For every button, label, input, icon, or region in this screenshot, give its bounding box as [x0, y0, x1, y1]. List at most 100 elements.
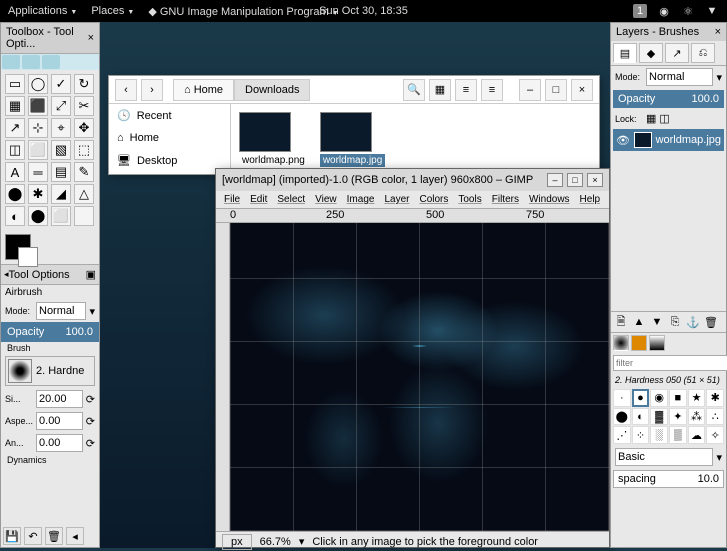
brush-cell[interactable]: ▒: [669, 426, 687, 444]
forward-button[interactable]: ›: [141, 79, 163, 101]
lower-layer-icon[interactable]: ▼: [649, 314, 665, 330]
menu-item[interactable]: Filters: [492, 194, 519, 205]
brush-selector[interactable]: 2. Hardne: [5, 356, 95, 386]
lock-pixels-icon[interactable]: ▦: [646, 112, 656, 125]
angle-field[interactable]: 0.00: [36, 434, 83, 452]
tool-button[interactable]: ◯: [28, 74, 48, 94]
tool-button[interactable]: ✥: [74, 118, 94, 138]
mode-select[interactable]: Normal: [36, 302, 86, 320]
tool-button[interactable]: ⬤: [28, 206, 48, 226]
menu-item[interactable]: File: [224, 194, 240, 205]
brush-cell[interactable]: ✦: [669, 408, 687, 426]
menu-button[interactable]: ≡: [481, 79, 503, 101]
brush-filter-input[interactable]: [613, 355, 727, 371]
save-icon[interactable]: 💾: [3, 527, 21, 545]
raise-layer-icon[interactable]: ▲: [631, 314, 647, 330]
clock[interactable]: Sun Oct 30, 18:35: [319, 5, 408, 17]
patterns-tab[interactable]: [631, 335, 647, 351]
tool-button[interactable]: [74, 206, 94, 226]
color-swatches[interactable]: [1, 230, 99, 264]
brush-cell[interactable]: ◉: [650, 389, 668, 407]
menu-item[interactable]: Colors: [419, 194, 448, 205]
tool-button[interactable]: ⬜: [28, 140, 48, 160]
network-icon[interactable]: ⚛: [681, 4, 695, 18]
visibility-icon[interactable]: 👁: [616, 134, 630, 147]
lock-alpha-icon[interactable]: ◫: [659, 112, 669, 125]
tool-button[interactable]: ◐: [5, 206, 25, 226]
system-icon[interactable]: ▼: [705, 4, 719, 18]
tool-button[interactable]: ◫: [5, 140, 25, 160]
menu-item[interactable]: View: [315, 194, 337, 205]
gradients-tab[interactable]: [649, 335, 665, 351]
search-button[interactable]: 🔍: [403, 79, 425, 101]
tool-button[interactable]: ⤢: [51, 96, 71, 116]
menu-item[interactable]: Edit: [250, 194, 267, 205]
brush-cell[interactable]: ◐: [632, 408, 650, 426]
delete-icon[interactable]: 🗑: [45, 527, 63, 545]
menu-item[interactable]: Layer: [384, 194, 409, 205]
close-button[interactable]: ×: [587, 173, 603, 187]
canvas[interactable]: [230, 223, 609, 531]
tool-button[interactable]: ▤: [51, 162, 71, 182]
file-item[interactable]: worldmap.png: [239, 112, 308, 167]
brush-cell[interactable]: ✱: [706, 389, 724, 407]
applications-menu[interactable]: Applications ▼: [8, 5, 77, 17]
aspect-field[interactable]: 0.00: [36, 412, 83, 430]
tool-button[interactable]: ⬚: [74, 140, 94, 160]
revert-icon[interactable]: ↶: [24, 527, 42, 545]
place-item[interactable]: 🗎Documents: [109, 172, 230, 174]
close-icon[interactable]: ×: [88, 32, 94, 44]
tool-button[interactable]: ✂: [74, 96, 94, 116]
maximize-button[interactable]: □: [545, 79, 567, 101]
new-layer-icon[interactable]: 🗎: [613, 314, 629, 330]
place-item[interactable]: 🖥Desktop: [109, 149, 230, 172]
brush-cell[interactable]: ■: [669, 389, 687, 407]
brush-cell[interactable]: ·: [613, 389, 631, 407]
menu-item[interactable]: Image: [347, 194, 375, 205]
spacing-slider[interactable]: spacing 10.0: [613, 470, 724, 488]
brush-cell[interactable]: ⁘: [632, 426, 650, 444]
tool-button[interactable]: ↗: [5, 118, 25, 138]
tool-button[interactable]: ⬛: [28, 96, 48, 116]
brush-cell[interactable]: ⬤: [613, 408, 631, 426]
app-menu[interactable]: ◆ GNU Image Manipulation Program ▼: [148, 5, 338, 18]
tool-button[interactable]: ◢: [51, 184, 71, 204]
brush-cell[interactable]: ✧: [706, 426, 724, 444]
tool-button[interactable]: ⌖: [51, 118, 71, 138]
opacity-slider[interactable]: Opacity 100.0: [1, 322, 99, 342]
close-icon[interactable]: ×: [715, 26, 721, 38]
anchor-layer-icon[interactable]: ⚓: [685, 314, 701, 330]
menu-item[interactable]: Help: [580, 194, 601, 205]
menu-item[interactable]: Tools: [458, 194, 481, 205]
places-menu[interactable]: Places ▼: [91, 5, 134, 17]
tool-button[interactable]: ✎: [74, 162, 94, 182]
brush-cell[interactable]: ●: [632, 389, 650, 407]
brush-cell[interactable]: ⁂: [688, 408, 706, 426]
breadcrumb-home[interactable]: ⌂ Home: [173, 79, 234, 101]
grid-view-button[interactable]: ▦: [429, 79, 451, 101]
duplicate-layer-icon[interactable]: ⎘: [667, 314, 683, 330]
minimize-button[interactable]: –: [547, 173, 563, 187]
tool-button[interactable]: ═: [28, 162, 48, 182]
unit-selector[interactable]: px: [222, 534, 252, 550]
minimize-button[interactable]: –: [519, 79, 541, 101]
chevron-down-icon[interactable]: ▾: [89, 305, 95, 318]
accessibility-icon[interactable]: ◉: [657, 4, 671, 18]
brush-cell[interactable]: ∴: [706, 408, 724, 426]
bg-color[interactable]: [18, 247, 38, 267]
layers-tab[interactable]: ▤: [613, 43, 637, 63]
tool-button[interactable]: ⬤: [5, 184, 25, 204]
breadcrumb-downloads[interactable]: Downloads: [234, 79, 310, 101]
file-item[interactable]: worldmap.jpg: [320, 112, 385, 167]
brush-cell[interactable]: ★: [688, 389, 706, 407]
close-button[interactable]: ×: [571, 79, 593, 101]
channels-tab[interactable]: ◆: [639, 43, 663, 63]
brush-cell[interactable]: ⋰: [613, 426, 631, 444]
tool-button[interactable]: △: [74, 184, 94, 204]
place-item[interactable]: 🕓Recent: [109, 104, 230, 127]
place-item[interactable]: ⌂Home: [109, 127, 230, 149]
history-tab[interactable]: ⎌: [691, 43, 715, 63]
menu-item[interactable]: Windows: [529, 194, 570, 205]
menu-item[interactable]: Select: [277, 194, 305, 205]
layer-mode-select[interactable]: Normal: [646, 68, 713, 86]
